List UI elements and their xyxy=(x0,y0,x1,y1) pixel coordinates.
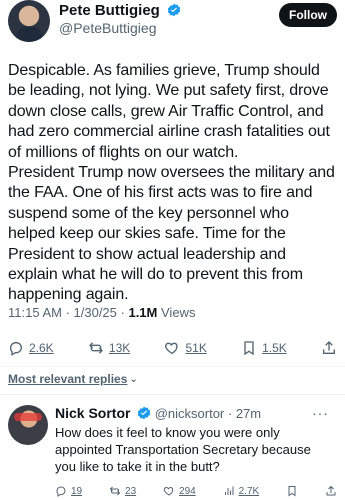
reply-header: Nick Sortor @nicksortor · 27m xyxy=(55,405,261,421)
reply-repost-button[interactable]: 23 xyxy=(109,485,136,497)
reply-button[interactable]: 2.6K xyxy=(8,340,54,356)
share-button[interactable] xyxy=(321,340,337,356)
reply-reply-count: 19 xyxy=(71,485,83,497)
post-text: Despicable. As families grieve, Trump sh… xyxy=(8,62,335,304)
reply-icon xyxy=(56,486,66,497)
repost-count: 13K xyxy=(108,341,131,355)
reply-text: How does it feel to know you were only a… xyxy=(55,425,311,474)
reply-like-button[interactable]: 294 xyxy=(163,485,196,497)
post-header: Pete Buttigieg @PeteButtigieg Follow xyxy=(8,0,337,42)
author-name[interactable]: Pete Buttigieg xyxy=(59,2,160,19)
bookmark-count: 1.5K xyxy=(262,341,287,355)
replies-sort-label: Most relevant replies xyxy=(8,372,128,386)
reply-views-count: 2.7K xyxy=(238,485,260,497)
verified-badge-icon xyxy=(167,3,181,17)
author-avatar[interactable] xyxy=(8,0,50,42)
divider-top xyxy=(0,366,345,367)
reply-like-count: 294 xyxy=(179,485,196,497)
author-name-row[interactable]: Pete Buttigieg xyxy=(59,2,181,19)
reply-time[interactable]: · 27m xyxy=(228,406,261,421)
repost-button[interactable]: 13K xyxy=(88,340,130,356)
views-count: 1.1M xyxy=(128,305,158,320)
reply-views-button[interactable]: 2.7K xyxy=(223,485,260,497)
bookmark-icon xyxy=(288,486,296,497)
bar-chart-icon xyxy=(224,486,234,495)
repost-icon xyxy=(109,486,121,496)
reply-bookmark-button[interactable] xyxy=(286,485,298,497)
bookmark-icon xyxy=(244,341,254,356)
reply-icon xyxy=(9,342,23,356)
reply-verified-badge-icon xyxy=(137,406,151,420)
reply-author-handle[interactable]: @nicksortor xyxy=(155,406,225,421)
post-action-bar: 2.6K 13K 51K 1.5K xyxy=(8,338,337,358)
reply-action-bar: 19 23 294 2.7K xyxy=(55,482,337,500)
reply-reply-button[interactable]: 19 xyxy=(55,485,82,497)
reply-repost-count: 23 xyxy=(125,485,137,497)
bookmark-button[interactable]: 1.5K xyxy=(241,340,287,356)
repost-icon xyxy=(88,342,103,354)
share-icon xyxy=(326,485,336,496)
reply-author-name[interactable]: Nick Sortor xyxy=(55,405,130,421)
post-meta: 11:15 AM · 1/30/25 · 1.1M Views xyxy=(8,305,195,320)
like-button[interactable]: 51K xyxy=(164,340,207,356)
heart-icon xyxy=(165,342,179,355)
post-timestamp[interactable]: 11:15 AM · 1/30/25 · xyxy=(8,305,125,320)
follow-button[interactable]: Follow xyxy=(279,3,337,27)
reply-share-button[interactable] xyxy=(325,485,337,497)
ellipsis-icon[interactable]: ··· xyxy=(312,405,329,421)
reply-author-avatar[interactable] xyxy=(8,405,48,445)
like-count: 51K xyxy=(185,341,207,355)
share-icon xyxy=(322,341,335,354)
replies-sort-dropdown[interactable]: Most relevant replies ⌄ xyxy=(8,372,138,386)
views-label: Views xyxy=(161,305,196,320)
chevron-down-icon: ⌄ xyxy=(129,374,138,385)
heart-icon xyxy=(163,486,174,496)
reply-count: 2.6K xyxy=(29,341,54,355)
divider-bottom xyxy=(0,394,345,395)
author-handle[interactable]: @PeteButtigieg xyxy=(59,20,157,36)
